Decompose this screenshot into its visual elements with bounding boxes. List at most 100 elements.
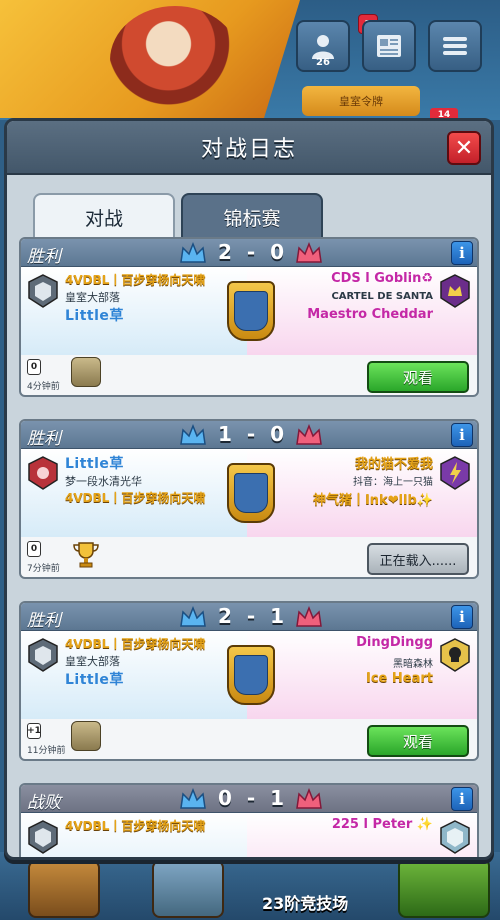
- battle-header: 战败 0 - 1 i: [21, 785, 477, 813]
- battle-result: 战败: [27, 793, 61, 813]
- battle-body: 4VDBL丨百步穿杨向天啸 225 l Peter ✨: [21, 813, 477, 857]
- info-button[interactable]: i: [451, 423, 473, 447]
- red-crown-icon: [296, 424, 322, 445]
- clan-badge-icon: [27, 637, 59, 673]
- opponent-clan-name: CARTEL DE SANTA: [331, 291, 433, 302]
- opponent-clan-name: 黑暗森林: [393, 659, 433, 670]
- red-crown-icon: [296, 606, 322, 627]
- info-button[interactable]: i: [451, 787, 473, 811]
- opponent-clan-badge-icon: [439, 455, 471, 491]
- player-clan-tag: 4VDBL丨百步穿杨向天啸: [65, 273, 206, 287]
- player-name[interactable]: Little草: [65, 305, 124, 325]
- battle-result: 胜利: [27, 429, 61, 449]
- info-icon: i: [459, 426, 465, 444]
- battle-time: 4分钟前: [27, 382, 60, 392]
- close-icon: ✕: [454, 135, 474, 161]
- newspaper-icon: [377, 35, 401, 57]
- tab-bar: 对战 锦标赛: [7, 175, 491, 239]
- opponent-name[interactable]: 225 l Peter ✨: [332, 817, 433, 832]
- blue-crown-icon: [180, 242, 206, 263]
- friends-button[interactable]: 26: [296, 20, 350, 72]
- royal-pass-button[interactable]: 皇室令牌: [302, 86, 420, 116]
- opponent-clan-badge-icon: [439, 637, 471, 673]
- battle-result: 胜利: [27, 247, 61, 267]
- battle-time: 11分钟前: [27, 746, 66, 756]
- player-name[interactable]: Little草: [65, 669, 124, 689]
- info-icon: i: [459, 608, 465, 626]
- card-level-icon: 0: [27, 359, 41, 375]
- battle-score: 1 - 0: [217, 422, 289, 446]
- clan-badge-icon: [27, 273, 59, 309]
- game-mode-icon: [71, 357, 101, 387]
- battle-footer: +1 11分钟前 观看: [21, 719, 477, 759]
- opponent-clan-tag: 神气猪丨Ink❤llb✨: [312, 493, 433, 508]
- battle-result: 胜利: [27, 611, 61, 631]
- chest-slot[interactable]: [28, 860, 100, 918]
- arena-label: 23阶竞技场: [262, 894, 349, 913]
- clan-badge-icon: [27, 819, 59, 855]
- info-icon: i: [459, 790, 465, 808]
- news-button[interactable]: [362, 20, 416, 72]
- tab-battles[interactable]: 对战: [33, 193, 175, 239]
- info-button[interactable]: i: [451, 241, 473, 265]
- close-button[interactable]: ✕: [447, 131, 481, 165]
- friends-count: 26: [316, 57, 330, 68]
- player-clan-name: 皇室大部落: [65, 655, 120, 668]
- card-level-icon: 0: [27, 541, 41, 557]
- blue-crown-icon: [180, 606, 206, 627]
- battle-footer: 0 4分钟前 观看: [21, 355, 477, 395]
- red-crown-icon: [296, 242, 322, 263]
- opponent-clan-tag: Ice Heart: [366, 671, 433, 686]
- clan-badge-icon: [27, 455, 59, 491]
- dialog-title: 对战日志: [200, 137, 297, 162]
- trophy-icon: [73, 542, 99, 568]
- opponent-name[interactable]: DingDingg: [356, 635, 433, 650]
- game-mode-icon: [71, 721, 101, 751]
- battle-header: 胜利 2 - 0 i: [21, 239, 477, 267]
- chest-slot[interactable]: [398, 858, 490, 918]
- card-level-icon: +1: [27, 723, 41, 739]
- banner-character: [110, 6, 240, 114]
- player-clan-tag: 4VDBL丨百步穿杨向天啸: [65, 637, 206, 651]
- opponent-clan-name: 抖音：海上一只猫: [353, 477, 433, 488]
- opponent-clan-badge-icon: [439, 819, 471, 855]
- red-crown-icon: [296, 788, 322, 809]
- menu-button[interactable]: [428, 20, 482, 72]
- battle-card: 战败 0 - 1 i 4VDBL丨百步穿杨向天啸 225 l Peter ✨: [19, 783, 479, 857]
- watch-replay-button[interactable]: 观看: [367, 725, 469, 757]
- arena-badge-icon: [227, 645, 275, 705]
- battle-log-dialog: 对战日志 ✕ 对战 锦标赛 胜利 2 - 0 i 4VDBL丨百步穿杨向天啸 皇…: [4, 118, 494, 860]
- opponent-name[interactable]: 我的猫不爱我: [355, 453, 433, 472]
- player-clan-tag: 4VDBL丨百步穿杨向天啸: [65, 491, 206, 505]
- battle-body: Little草 梦一段水清光华 4VDBL丨百步穿杨向天啸 我的猫不爱我 抖音：…: [21, 449, 477, 537]
- battle-time: 7分钟前: [27, 564, 60, 574]
- battle-score: 2 - 0: [217, 240, 289, 264]
- battle-score: 0 - 1: [217, 786, 289, 810]
- player-clan-tag: 4VDBL丨百步穿杨向天啸: [65, 819, 206, 833]
- loading-replay-button[interactable]: 正在载入......: [367, 543, 469, 575]
- dialog-header: 对战日志 ✕: [7, 121, 491, 175]
- battle-body: 4VDBL丨百步穿杨向天啸 皇室大部落 Little草 CDS l Goblin…: [21, 267, 477, 355]
- battle-body: 4VDBL丨百步穿杨向天啸 皇室大部落 Little草 DingDingg 黑暗…: [21, 631, 477, 719]
- player-name[interactable]: Little草: [65, 453, 124, 473]
- battle-header: 胜利 1 - 0 i: [21, 421, 477, 449]
- opponent-name[interactable]: Maestro Cheddar: [307, 307, 433, 322]
- battle-card: 胜利 2 - 1 i 4VDBL丨百步穿杨向天啸 皇室大部落 Little草 D…: [19, 601, 479, 761]
- info-button[interactable]: i: [451, 605, 473, 629]
- battle-score: 2 - 1: [217, 604, 289, 628]
- battle-card: 胜利 1 - 0 i Little草 梦一段水清光华 4VDBL丨百步穿杨向天啸…: [19, 419, 479, 579]
- chest-slot[interactable]: [152, 860, 224, 918]
- arena-badge-icon: [227, 281, 275, 341]
- watch-replay-button[interactable]: 观看: [367, 361, 469, 393]
- battle-card: 胜利 2 - 0 i 4VDBL丨百步穿杨向天啸 皇室大部落 Little草 C…: [19, 237, 479, 397]
- arena-badge-icon: [227, 463, 275, 523]
- player-clan-name: 皇室大部落: [65, 291, 120, 304]
- info-icon: i: [459, 244, 465, 262]
- opponent-clan-badge-icon: [439, 273, 471, 309]
- blue-crown-icon: [180, 424, 206, 445]
- battle-footer: 0 7分钟前 正在载入......: [21, 537, 477, 577]
- player-clan-name: 梦一段水清光华: [65, 475, 142, 488]
- opponent-tag: CDS l Goblin♻: [331, 271, 433, 286]
- tab-tournaments[interactable]: 锦标赛: [181, 193, 323, 239]
- blue-crown-icon: [180, 788, 206, 809]
